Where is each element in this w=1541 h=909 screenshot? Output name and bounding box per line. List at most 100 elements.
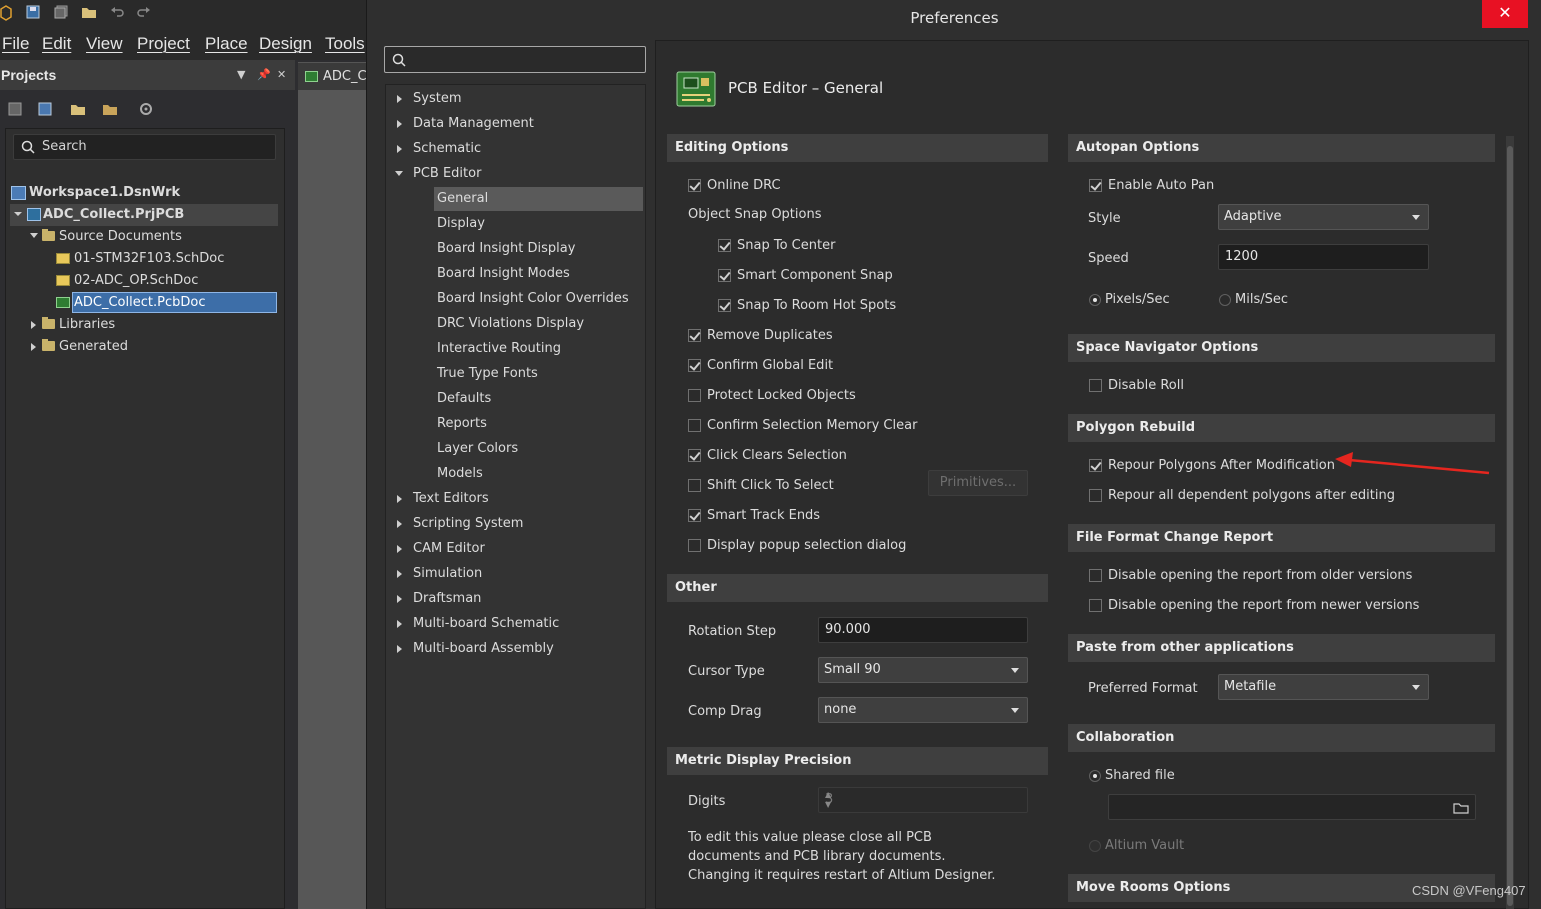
tree-item-source-documents[interactable]: Source Documents bbox=[10, 226, 280, 248]
radio-button[interactable] bbox=[1089, 840, 1101, 852]
spin-arrows-icon[interactable]: ▲ ▼ bbox=[825, 790, 1023, 810]
project-options-icon[interactable] bbox=[102, 102, 118, 118]
checkbox-box[interactable] bbox=[1089, 569, 1102, 582]
nav-true-type-fonts[interactable]: True Type Fonts bbox=[434, 362, 643, 386]
autopan-style-select[interactable]: Adaptive bbox=[1218, 204, 1429, 230]
nav-board-insight-modes[interactable]: Board Insight Modes bbox=[434, 262, 643, 286]
checkbox-box[interactable] bbox=[718, 269, 731, 282]
nav-system[interactable]: System bbox=[395, 87, 643, 111]
chevron-right-icon[interactable] bbox=[397, 595, 402, 603]
chevron-right-icon[interactable] bbox=[397, 495, 402, 503]
nav-cam-editor[interactable]: CAM Editor bbox=[395, 537, 643, 561]
tree-item-workspace[interactable]: Workspace1.DsnWrk bbox=[10, 182, 280, 204]
checkbox-box[interactable] bbox=[688, 449, 701, 462]
nav-general[interactable]: General bbox=[434, 187, 643, 211]
tree-item-libraries[interactable]: Libraries bbox=[10, 314, 280, 336]
radio-button[interactable] bbox=[1089, 770, 1101, 782]
redo-icon[interactable] bbox=[137, 5, 153, 21]
app-logo-icon[interactable] bbox=[0, 5, 16, 21]
nav-schematic[interactable]: Schematic bbox=[395, 137, 643, 161]
nav-models[interactable]: Models bbox=[434, 462, 643, 486]
checkbox-box[interactable] bbox=[1089, 599, 1102, 612]
menu-project[interactable]: Project bbox=[137, 34, 190, 54]
nav-interactive-routing[interactable]: Interactive Routing bbox=[434, 337, 643, 361]
scrollbar-thumb[interactable] bbox=[1507, 146, 1513, 906]
preferences-search-input[interactable] bbox=[384, 46, 646, 73]
checkbox-box[interactable] bbox=[688, 389, 701, 402]
nav-board-insight-color-overrides[interactable]: Board Insight Color Overrides bbox=[434, 287, 643, 311]
menu-tools[interactable]: Tools bbox=[325, 34, 365, 54]
checkbox-box[interactable] bbox=[718, 299, 731, 312]
primitives-button[interactable]: Primitives... bbox=[928, 470, 1028, 496]
chevron-down-icon[interactable] bbox=[14, 212, 22, 216]
checkbox-box[interactable] bbox=[1089, 179, 1102, 192]
tree-item-schdoc-2[interactable]: 02-ADC_OP.SchDoc bbox=[10, 270, 280, 292]
nav-data-management[interactable]: Data Management bbox=[395, 112, 643, 136]
menu-place[interactable]: Place bbox=[205, 34, 248, 54]
nav-simulation[interactable]: Simulation bbox=[395, 562, 643, 586]
save-icon[interactable] bbox=[26, 5, 42, 21]
nav-drc-violations-display[interactable]: DRC Violations Display bbox=[434, 312, 643, 336]
chevron-right-icon[interactable] bbox=[397, 545, 402, 553]
open-project-icon[interactable] bbox=[70, 102, 86, 118]
radio-button[interactable] bbox=[1089, 294, 1101, 306]
document-tab[interactable]: ADC_C bbox=[298, 62, 367, 90]
checkbox-box[interactable] bbox=[688, 179, 701, 192]
comp-drag-select[interactable]: none bbox=[818, 697, 1028, 723]
autopan-speed-input[interactable]: 1200 bbox=[1218, 244, 1429, 270]
menu-view[interactable]: View bbox=[86, 34, 123, 54]
tree-item-generated[interactable]: Generated bbox=[10, 336, 280, 358]
nav-scripting-system[interactable]: Scripting System bbox=[395, 512, 643, 536]
preferred-format-select[interactable]: Metafile bbox=[1218, 674, 1429, 700]
nav-defaults[interactable]: Defaults bbox=[434, 387, 643, 411]
panel-menu-icon[interactable]: ▼ bbox=[237, 68, 245, 81]
chevron-right-icon[interactable] bbox=[397, 570, 402, 578]
checkbox-box[interactable] bbox=[1089, 379, 1102, 392]
nav-board-insight-display[interactable]: Board Insight Display bbox=[434, 237, 643, 261]
save-project-icon[interactable] bbox=[8, 102, 24, 118]
chevron-right-icon[interactable] bbox=[397, 145, 402, 153]
panel-close-icon[interactable]: ✕ bbox=[277, 68, 286, 81]
checkbox-box[interactable] bbox=[1089, 459, 1102, 472]
nav-pcb-editor[interactable]: PCB Editor bbox=[395, 162, 643, 186]
tree-item-schdoc-1[interactable]: 01-STM32F103.SchDoc bbox=[10, 248, 280, 270]
gear-icon[interactable] bbox=[139, 102, 155, 118]
checkbox-box[interactable] bbox=[688, 419, 701, 432]
projects-search-input[interactable]: Search bbox=[13, 134, 276, 160]
browse-folder-icon[interactable] bbox=[1453, 800, 1469, 814]
chevron-right-icon[interactable] bbox=[397, 120, 402, 128]
chevron-right-icon[interactable] bbox=[397, 645, 402, 653]
nav-display[interactable]: Display bbox=[434, 212, 643, 236]
save-all-projects-icon[interactable] bbox=[38, 102, 54, 118]
chevron-right-icon[interactable] bbox=[397, 95, 402, 103]
chevron-down-icon[interactable] bbox=[395, 171, 403, 176]
save-all-icon[interactable] bbox=[54, 5, 70, 21]
chevron-down-icon[interactable] bbox=[30, 233, 38, 238]
menu-edit[interactable]: Edit bbox=[42, 34, 71, 54]
nav-text-editors[interactable]: Text Editors bbox=[395, 487, 643, 511]
checkbox-box[interactable] bbox=[688, 539, 701, 552]
chevron-right-icon[interactable] bbox=[31, 343, 36, 351]
chevron-right-icon[interactable] bbox=[31, 321, 36, 329]
digits-spinbox[interactable]: 3 ▲ ▼ bbox=[818, 787, 1028, 813]
undo-icon[interactable] bbox=[110, 5, 126, 21]
menu-file[interactable]: File bbox=[2, 34, 29, 54]
pin-icon[interactable]: 📌 bbox=[257, 68, 271, 81]
open-folder-icon[interactable] bbox=[81, 5, 97, 21]
menu-design[interactable]: Design bbox=[259, 34, 312, 54]
tree-item-project[interactable]: ADC_Collect.PrjPCB bbox=[10, 204, 278, 226]
checkbox-box[interactable] bbox=[688, 479, 701, 492]
shared-file-path-input[interactable] bbox=[1108, 794, 1476, 820]
nav-layer-colors[interactable]: Layer Colors bbox=[434, 437, 643, 461]
checkbox-box[interactable] bbox=[688, 329, 701, 342]
radio-button[interactable] bbox=[1219, 294, 1231, 306]
nav-draftsman[interactable]: Draftsman bbox=[395, 587, 643, 611]
cursor-type-select[interactable]: Small 90 bbox=[818, 657, 1028, 683]
nav-reports[interactable]: Reports bbox=[434, 412, 643, 436]
rotation-step-input[interactable]: 90.000 bbox=[818, 617, 1028, 643]
chevron-right-icon[interactable] bbox=[397, 520, 402, 528]
checkbox-box[interactable] bbox=[1089, 489, 1102, 502]
checkbox-box[interactable] bbox=[718, 239, 731, 252]
chevron-right-icon[interactable] bbox=[397, 620, 402, 628]
tree-item-pcbdoc[interactable]: ADC_Collect.PcbDoc bbox=[10, 292, 280, 314]
